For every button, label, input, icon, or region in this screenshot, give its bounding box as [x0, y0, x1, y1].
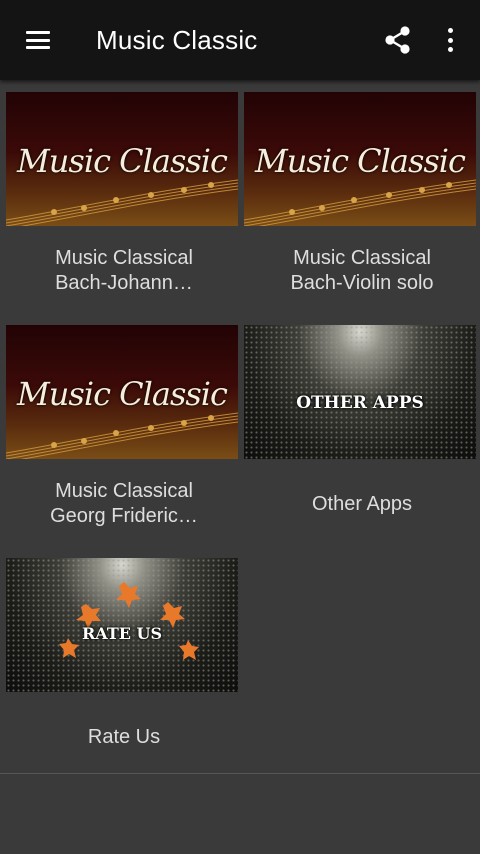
app-bar: Music Classic: [0, 0, 480, 80]
hamburger-menu-icon: [26, 31, 50, 49]
grid-item-caption: Music Classical Bach-Violin solo: [290, 247, 434, 294]
grid-item-caption: Music Classical Georg Frideric…: [50, 480, 198, 527]
grid-item-bach-johann[interactable]: Music Classic Music Classical Bach-Johann…: [6, 88, 242, 314]
share-button[interactable]: [372, 0, 424, 80]
music-classic-thumbnail: Music Classic: [6, 92, 238, 226]
other-apps-thumbnail: OTHER APPS: [244, 325, 476, 459]
rate-us-thumbnail: RATE US: [6, 558, 238, 692]
grid-item-bach-violin[interactable]: Music Classic Music Classical Bach-Violin…: [244, 88, 480, 314]
share-icon: [385, 26, 410, 54]
list-divider: [0, 773, 480, 774]
app-title: Music Classic: [96, 24, 258, 55]
music-staff-icon: [6, 412, 238, 459]
grid-item-rate-us[interactable]: RATE US Rate Us: [6, 554, 242, 780]
grid-item-georg-frideric[interactable]: Music Classic Music Classical Georg Fride…: [6, 321, 242, 547]
music-staff-icon: [6, 179, 238, 226]
music-classic-thumbnail: Music Classic: [6, 325, 238, 459]
music-classic-thumbnail: Music Classic: [244, 92, 476, 226]
grid-item-other-apps[interactable]: OTHER APPS Other Apps: [244, 321, 480, 547]
more-options-button[interactable]: [424, 0, 476, 80]
music-staff-icon: [244, 179, 476, 226]
grid-item-caption: Rate Us: [87, 725, 161, 748]
grid-item-caption: Music Classical Bach-Johann…: [55, 247, 193, 294]
grid-item-caption: Other Apps: [311, 492, 413, 515]
menu-button[interactable]: [10, 0, 66, 80]
more-vert-icon: [447, 28, 453, 52]
